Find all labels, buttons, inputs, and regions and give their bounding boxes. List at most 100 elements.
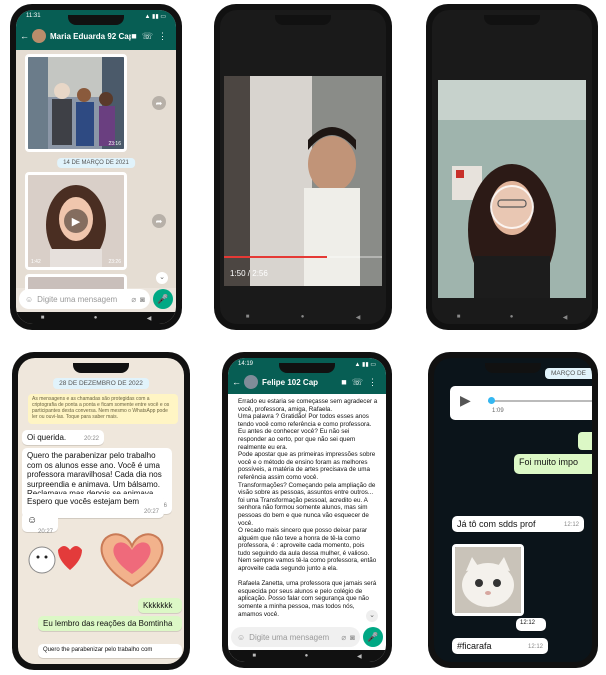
header-icons[interactable]: ■☏⋮	[131, 31, 172, 42]
message-bubble: #ficarafa 12:12	[452, 638, 548, 654]
message-input[interactable]: ☺ Digite uma mensagem ⌀ ◙	[19, 289, 150, 309]
mic-button[interactable]: 🎤	[153, 289, 173, 309]
encryption-notice[interactable]: As mensagens e as chamadas são protegida…	[28, 394, 178, 424]
video-time: 23:26	[108, 259, 121, 265]
voice-call-icon[interactable]: ☏	[142, 31, 158, 41]
play-icon[interactable]: ▶	[460, 392, 471, 409]
input-placeholder: Digite uma mensagem	[37, 294, 118, 304]
message-bubble-out: Kkkkkkk	[138, 598, 182, 613]
android-nav-bar: ■ ● ◀	[432, 310, 592, 324]
voice-progress-track[interactable]	[488, 400, 592, 402]
emoji-icon[interactable]: ☺	[237, 633, 245, 642]
contact-avatar[interactable]	[244, 375, 258, 389]
forward-icon[interactable]: ➦	[152, 96, 166, 110]
phone-notch	[275, 15, 331, 25]
video-player[interactable]	[438, 80, 586, 298]
contact-avatar[interactable]	[32, 29, 46, 43]
video-call-icon[interactable]: ■	[131, 31, 141, 41]
image-message[interactable]	[452, 544, 524, 616]
scroll-down-button[interactable]: ⌄	[366, 610, 378, 622]
nav-home-icon[interactable]: ●	[305, 653, 309, 659]
emoji-icon[interactable]: ☺	[25, 295, 33, 304]
forward-icon[interactable]: ➦	[152, 214, 166, 228]
message-time: 12:12	[527, 644, 543, 650]
phone-3: ■ ● ◀	[426, 4, 598, 330]
more-options-icon[interactable]: ⋮	[368, 377, 382, 387]
message-bubble-out: Foi muito impo	[514, 454, 592, 474]
contact-name[interactable]: Felipe 102 Cap	[262, 378, 341, 387]
nav-back-icon[interactable]: ◀	[356, 314, 361, 321]
phone-2: 1:50 / 2:56 ■ ● ◀	[214, 4, 392, 330]
phone-6-screen: MARÇO DE ▶ 1:09 Foi muito impo Já tô com…	[434, 358, 592, 662]
partial-bubble	[578, 432, 592, 450]
camera-icon[interactable]: ◙	[140, 295, 145, 304]
status-time: 11:31	[26, 13, 41, 19]
message-input[interactable]: ☺ Digite uma mensagem ⌀ ◙	[231, 627, 360, 647]
scroll-down-button[interactable]: ⌄	[156, 272, 168, 284]
mic-button[interactable]: 🎤	[363, 627, 383, 647]
header-icons[interactable]: ■☏⋮	[341, 377, 382, 388]
back-arrow-icon[interactable]: ←	[20, 31, 29, 41]
nav-recent-icon[interactable]: ■	[246, 314, 250, 320]
message-text: #ficarafa	[457, 641, 492, 651]
smiling-face-icon: ☺	[27, 515, 38, 526]
attach-icon[interactable]: ⌀	[131, 295, 136, 304]
video-player[interactable]: 1:50 / 2:56	[224, 76, 382, 286]
sad-cat-image	[455, 547, 521, 613]
phone-4-screen: 28 DE DEZEMBRO DE 2022 As mensagens e as…	[18, 358, 184, 664]
message-text: Já tô com sdds prof	[457, 519, 536, 529]
nav-recent-icon[interactable]: ■	[457, 314, 461, 320]
nav-home-icon[interactable]: ●	[94, 315, 98, 321]
nav-back-icon[interactable]: ◀	[147, 315, 152, 322]
message-input-bar: ☺ Digite uma mensagem ⌀ ◙ 🎤	[231, 626, 383, 648]
nav-recent-icon[interactable]: ■	[41, 315, 45, 321]
message-bubble: Oi querida. 20:22	[22, 430, 104, 445]
android-nav-bar: ■ ● ◀	[220, 310, 386, 324]
phone-2-screen: 1:50 / 2:56 ■ ● ◀	[220, 10, 386, 324]
video-message[interactable]: ▶ 1:42 23:26	[25, 172, 127, 270]
message-input-bar: ☺ Digite uma mensagem ⌀ ◙ 🎤	[19, 288, 173, 310]
message-time: 20:27	[37, 529, 53, 535]
phone-notch	[68, 15, 124, 25]
sticker-heart-hands[interactable]	[92, 528, 172, 592]
attach-icon[interactable]: ⌀	[341, 633, 346, 642]
photo-message[interactable]: 23:16	[25, 54, 127, 152]
camera-icon[interactable]: ◙	[350, 633, 355, 642]
play-icon[interactable]: ▶	[64, 209, 88, 233]
phone-6: MARÇO DE ▶ 1:09 Foi muito impo Já tô com…	[428, 352, 598, 668]
video-progress-track[interactable]	[224, 256, 382, 258]
voice-call-icon[interactable]: ☏	[352, 377, 368, 387]
message-bubble: Quero the parabenizar pelo trabalho com	[38, 644, 182, 658]
heart-hands-icon	[100, 533, 164, 588]
group-photo	[28, 57, 124, 149]
back-arrow-icon[interactable]: ←	[232, 377, 241, 387]
play-icon[interactable]	[490, 185, 534, 229]
nav-back-icon[interactable]: ◀	[357, 653, 362, 660]
chat-area[interactable]: 23:16 ➦ 14 DE MARÇO DE 2021 ▶ 1:42 23:26…	[16, 50, 176, 294]
more-options-icon[interactable]: ⋮	[158, 31, 172, 41]
emoji-message: ☺ 20:27	[22, 512, 58, 535]
status-time: 14:19	[238, 361, 254, 367]
phone-5: 14:19 ▲ ▮▮ ▭ ← Felipe 102 Cap ■☏⋮ Errado…	[222, 352, 392, 668]
hug-sticker-icon	[28, 546, 82, 574]
nav-home-icon[interactable]: ●	[510, 314, 514, 320]
nav-back-icon[interactable]: ◀	[563, 314, 568, 321]
message-bubble: Já tô com sdds prof 12:12	[452, 516, 584, 532]
video-frame	[224, 76, 382, 286]
status-icons: ▲ ▮▮ ▭	[144, 14, 166, 20]
message-time: 12:12	[563, 522, 579, 528]
nav-recent-icon[interactable]: ■	[252, 653, 256, 659]
phone-notch	[485, 363, 541, 373]
contact-name[interactable]: Maria Eduarda 92 Cap	[50, 32, 131, 41]
video-time-display: 1:50 / 2:56	[230, 269, 268, 278]
voice-progress-thumb[interactable]	[488, 397, 495, 404]
sticker-hug[interactable]	[26, 536, 82, 586]
phone-notch	[279, 363, 335, 373]
nav-home-icon[interactable]: ●	[301, 314, 305, 320]
voice-message[interactable]: ▶ 1:09	[450, 386, 592, 420]
status-icons: ▲ ▮▮ ▭	[354, 362, 376, 368]
video-call-icon[interactable]: ■	[341, 377, 351, 387]
video-duration: 1:42	[31, 259, 41, 265]
date-chip: 14 DE MARÇO DE 2021	[57, 158, 135, 168]
message-time: 12:12	[520, 620, 536, 626]
